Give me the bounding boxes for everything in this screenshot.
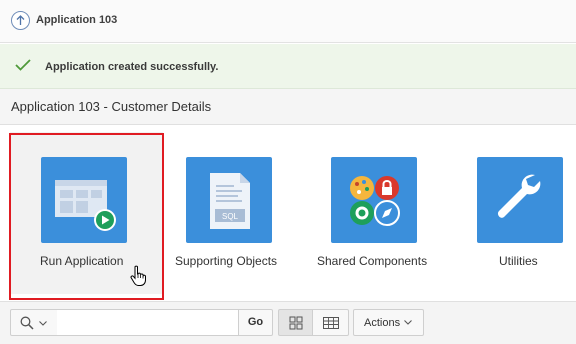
shared-components-tile[interactable]: Shared Components [312, 126, 436, 301]
chevron-down-icon [404, 320, 412, 325]
grid-icon [289, 316, 303, 330]
wrench-icon [477, 157, 563, 243]
up-arrow-circle-icon[interactable] [11, 11, 30, 30]
table-icon [323, 317, 339, 329]
tile-label-shared-components: Shared Components [317, 254, 428, 268]
selection-highlight [9, 133, 164, 300]
report-view-button[interactable] [312, 309, 349, 336]
breadcrumb-bar: Application 103 [0, 0, 576, 43]
shared-components-icon [331, 157, 417, 243]
icon-view-button[interactable] [278, 309, 313, 336]
sql-file-icon: SQL [186, 157, 272, 243]
chevron-down-icon [39, 321, 47, 326]
go-button[interactable]: Go [238, 309, 273, 336]
search-icon [20, 316, 34, 330]
actions-label: Actions [364, 317, 401, 329]
check-icon [15, 59, 31, 71]
svg-text:SQL: SQL [222, 212, 239, 221]
tile-label-supporting-objects: Supporting Objects [175, 254, 278, 268]
search-input[interactable] [57, 309, 239, 336]
page-title: Application 103 - Customer Details [11, 99, 212, 114]
supporting-objects-tile[interactable]: SQL Supporting Objects [172, 126, 287, 301]
utilities-tile[interactable]: Utilities [460, 126, 576, 301]
document-icon: SQL [210, 173, 250, 229]
wrench-shape-icon [497, 174, 541, 218]
success-message-text: Application created successfully. [45, 61, 219, 73]
tile-label-utilities: Utilities [499, 254, 538, 268]
actions-menu-button[interactable]: Actions [353, 309, 424, 336]
breadcrumb[interactable]: Application 103 [36, 14, 117, 26]
search-options-button[interactable] [10, 309, 58, 336]
components-icon [350, 176, 400, 226]
up-arrow-icon [16, 15, 25, 25]
